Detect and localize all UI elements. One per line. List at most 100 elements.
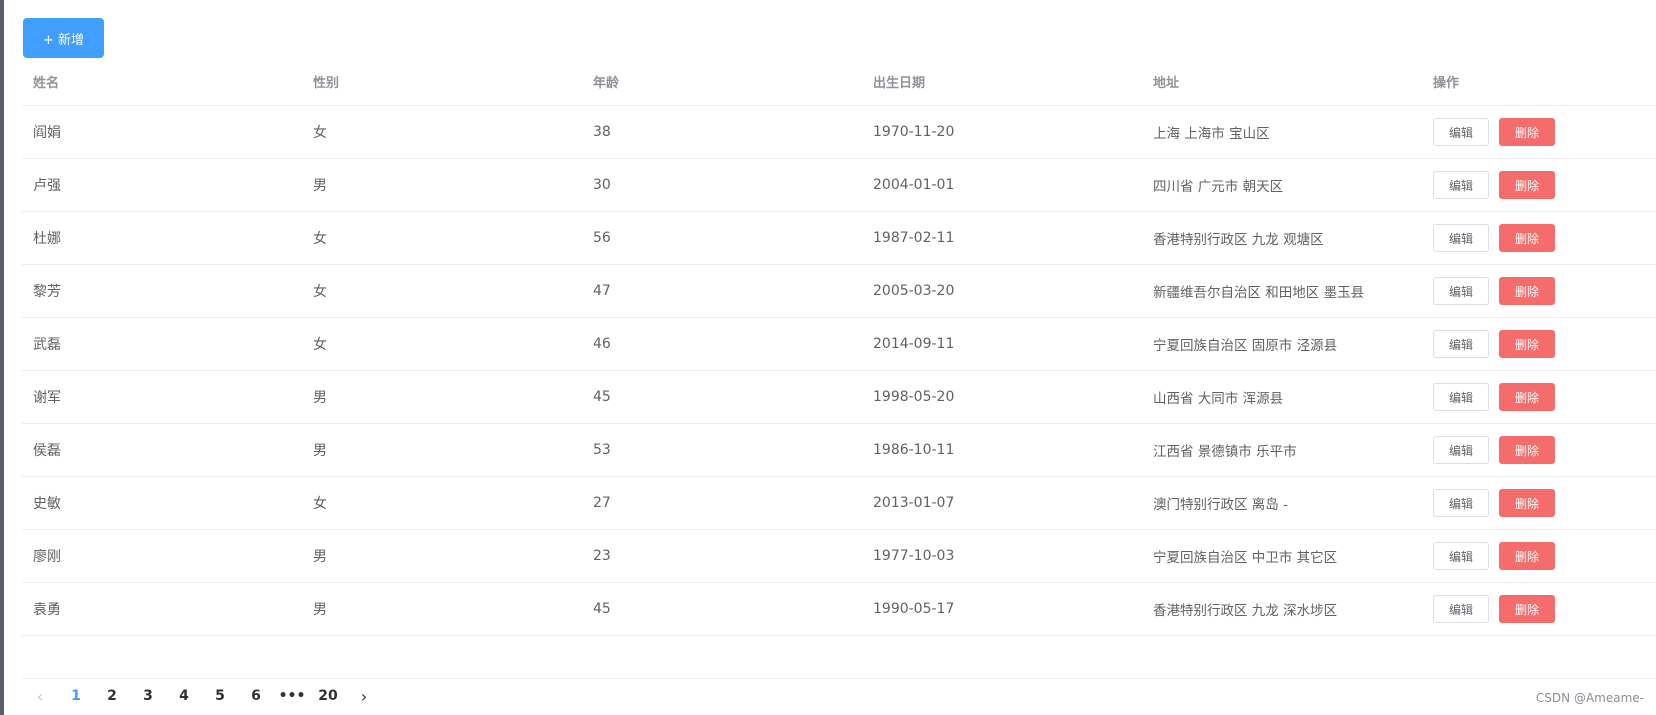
delete-button[interactable]: 删除 (1499, 436, 1555, 464)
cell-address: 澳门特别行政区 离岛 - (1153, 497, 1288, 513)
edit-button[interactable]: 编辑 (1433, 436, 1489, 464)
cell-actions: 编辑 删除 (1422, 595, 1656, 623)
cell-birth: 1977-10-03 (873, 548, 955, 564)
cell-name: 卢强 (33, 178, 61, 194)
table-row: 阎娟 女 38 1970-11-20 上海 上海市 宝山区 编辑 删除 (22, 106, 1656, 159)
header-gender: 性别 (313, 76, 340, 91)
delete-button[interactable]: 删除 (1499, 330, 1555, 358)
cell-address: 香港特别行政区 九龙 深水埗区 (1153, 603, 1338, 619)
table-row: 卢强 男 30 2004-01-01 四川省 广元市 朝天区 编辑 删除 (22, 159, 1656, 212)
cell-gender: 女 (313, 496, 327, 512)
cell-actions: 编辑 删除 (1422, 224, 1656, 252)
cell-birth: 1970-11-20 (873, 124, 955, 140)
page-number-last[interactable]: 20 (310, 680, 346, 712)
cell-age: 30 (593, 177, 611, 193)
cell-gender: 男 (313, 390, 327, 406)
cell-age: 45 (593, 601, 611, 617)
table-row: 黎芳 女 47 2005-03-20 新疆维吾尔自治区 和田地区 墨玉县 编辑 … (22, 265, 1656, 318)
header-birth: 出生日期 (873, 76, 926, 91)
edit-button[interactable]: 编辑 (1433, 118, 1489, 146)
cell-gender: 女 (313, 284, 327, 300)
cell-actions: 编辑 删除 (1422, 330, 1656, 358)
more-pages-ellipsis-icon[interactable]: ••• (274, 680, 310, 712)
cell-name: 廖刚 (33, 549, 61, 565)
delete-button[interactable]: 删除 (1499, 542, 1555, 570)
cell-age: 47 (593, 283, 611, 299)
cell-name: 阎娟 (33, 125, 61, 141)
cell-actions: 编辑 删除 (1422, 436, 1656, 464)
cell-age: 23 (593, 548, 611, 564)
cell-actions: 编辑 删除 (1422, 383, 1656, 411)
cell-age: 53 (593, 442, 611, 458)
table-row: 侯磊 男 53 1986-10-11 江西省 景德镇市 乐平市 编辑 删除 (22, 424, 1656, 477)
cell-birth: 2013-01-07 (873, 495, 955, 511)
delete-button[interactable]: 删除 (1499, 489, 1555, 517)
cell-name: 杜娜 (33, 231, 61, 247)
cell-gender: 女 (313, 231, 327, 247)
page-number-6[interactable]: 6 (238, 680, 274, 712)
page-number-1[interactable]: 1 (58, 680, 94, 712)
delete-button[interactable]: 删除 (1499, 277, 1555, 305)
edit-button[interactable]: 编辑 (1433, 595, 1489, 623)
cell-address: 江西省 景德镇市 乐平市 (1153, 444, 1297, 460)
cell-age: 56 (593, 230, 611, 246)
cell-name: 黎芳 (33, 284, 61, 300)
cell-age: 38 (593, 124, 611, 140)
cell-age: 46 (593, 336, 611, 352)
cell-address: 新疆维吾尔自治区 和田地区 墨玉县 (1153, 285, 1365, 301)
cell-address: 四川省 广元市 朝天区 (1153, 179, 1284, 195)
cell-birth: 1987-02-11 (873, 230, 955, 246)
header-actions: 操作 (1433, 76, 1460, 91)
cell-birth: 1998-05-20 (873, 389, 955, 405)
cell-gender: 女 (313, 337, 327, 353)
table-row: 武磊 女 46 2014-09-11 宁夏回族自治区 固原市 泾源县 编辑 删除 (22, 318, 1656, 371)
next-page-chevron-right-icon[interactable]: › (346, 680, 382, 712)
cell-gender: 男 (313, 549, 327, 565)
edit-button[interactable]: 编辑 (1433, 171, 1489, 199)
cell-actions: 编辑 删除 (1422, 118, 1656, 146)
cell-name: 侯磊 (33, 443, 61, 459)
delete-button[interactable]: 删除 (1499, 224, 1555, 252)
cell-actions: 编辑 删除 (1422, 171, 1656, 199)
delete-button[interactable]: 删除 (1499, 383, 1555, 411)
cell-address: 宁夏回族自治区 中卫市 其它区 (1153, 550, 1338, 566)
page-number-2[interactable]: 2 (94, 680, 130, 712)
cell-address: 香港特别行政区 九龙 观塘区 (1153, 232, 1324, 248)
page-number-4[interactable]: 4 (166, 680, 202, 712)
cell-birth: 1986-10-11 (873, 442, 955, 458)
table-row: 谢军 男 45 1998-05-20 山西省 大同市 浑源县 编辑 删除 (22, 371, 1656, 424)
page-number-3[interactable]: 3 (130, 680, 166, 712)
cell-gender: 男 (313, 443, 327, 459)
table-row: 廖刚 男 23 1977-10-03 宁夏回族自治区 中卫市 其它区 编辑 删除 (22, 530, 1656, 583)
delete-button[interactable]: 删除 (1499, 595, 1555, 623)
page-number-5[interactable]: 5 (202, 680, 238, 712)
delete-button[interactable]: 删除 (1499, 171, 1555, 199)
pagination: ‹ 1 2 3 4 5 6 ••• 20 › (22, 680, 382, 712)
cell-name: 袁勇 (33, 602, 61, 618)
table-row: 史敏 女 27 2013-01-07 澳门特别行政区 离岛 - 编辑 删除 (22, 477, 1656, 530)
add-button[interactable]: + 新增 (23, 18, 104, 58)
cell-age: 27 (593, 495, 611, 511)
edit-button[interactable]: 编辑 (1433, 224, 1489, 252)
prev-page-chevron-left-icon[interactable]: ‹ (22, 680, 58, 712)
cell-birth: 2005-03-20 (873, 283, 955, 299)
cell-actions: 编辑 删除 (1422, 277, 1656, 305)
cell-birth: 2004-01-01 (873, 177, 955, 193)
cell-gender: 女 (313, 125, 327, 141)
cell-actions: 编辑 删除 (1422, 489, 1656, 517)
table-header: 姓名 性别 年龄 出生日期 地址 操作 (22, 58, 1656, 106)
edit-button[interactable]: 编辑 (1433, 383, 1489, 411)
cell-gender: 男 (313, 178, 327, 194)
cell-actions: 编辑 删除 (1422, 542, 1656, 570)
cell-age: 45 (593, 389, 611, 405)
cell-name: 武磊 (33, 337, 61, 353)
edit-button[interactable]: 编辑 (1433, 489, 1489, 517)
edit-button[interactable]: 编辑 (1433, 277, 1489, 305)
pagination-divider (22, 678, 1656, 679)
edit-button[interactable]: 编辑 (1433, 330, 1489, 358)
header-age: 年龄 (593, 76, 620, 91)
header-name: 姓名 (33, 76, 60, 91)
edit-button[interactable]: 编辑 (1433, 542, 1489, 570)
delete-button[interactable]: 删除 (1499, 118, 1555, 146)
table-row: 袁勇 男 45 1990-05-17 香港特别行政区 九龙 深水埗区 编辑 删除 (22, 583, 1656, 636)
